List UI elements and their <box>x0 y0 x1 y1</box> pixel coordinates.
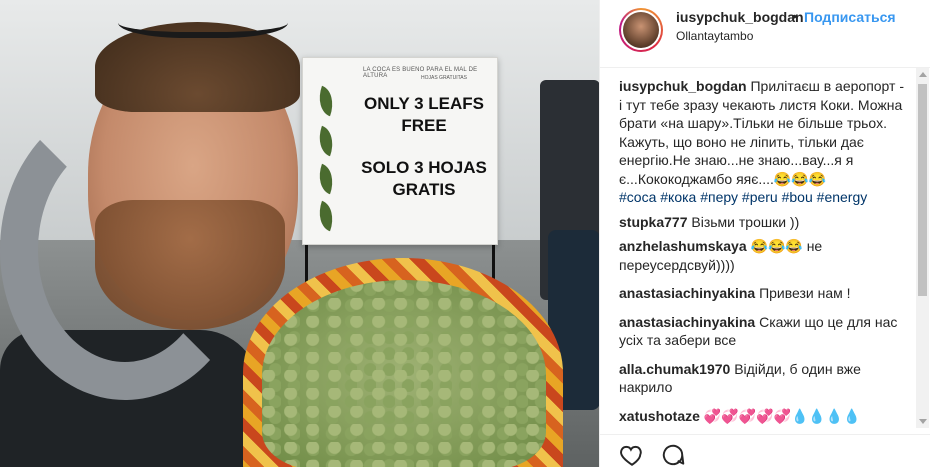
leaf-icon <box>313 85 339 117</box>
comment-username[interactable]: alla.chumak1970 <box>619 361 730 377</box>
caption-text-2: Кажуть, що воно не ліпить, тільки дає ен… <box>619 133 864 187</box>
comments-list[interactable]: iusypchuk_bogdan Прилітаєш в аеропорт - … <box>619 77 909 433</box>
leaf-icon <box>313 125 339 157</box>
sign-line-2: FREE <box>401 116 447 135</box>
hashtag-link[interactable]: #coca <box>619 189 656 205</box>
comment-text: Привези нам ! <box>759 285 851 301</box>
photo-person-beard <box>95 200 285 330</box>
hashtag-link[interactable]: #перу <box>700 189 738 205</box>
comment-item: stupka777 Візьми трошки )) <box>619 213 909 232</box>
scroll-up-icon[interactable] <box>919 72 927 77</box>
sign-line-3: SOLO 3 HOJAS <box>361 158 487 177</box>
comment-username[interactable]: xatushotaze <box>619 408 700 424</box>
comment-icon[interactable] <box>660 442 686 467</box>
follow-button[interactable]: Подписаться <box>804 9 896 25</box>
post-photo[interactable]: LA COCA ES BUENO PARA EL MAL DE ALTURA H… <box>0 0 599 467</box>
sign-line-1: ONLY 3 LEAFS <box>364 94 484 113</box>
caption-username[interactable]: iusypchuk_bogdan <box>619 78 747 94</box>
avatar[interactable] <box>619 8 663 52</box>
post-side-panel: iusypchuk_bogdan • Подписаться Ollantayt… <box>599 0 930 467</box>
comment-item: anastasiachinyakina Привези нам ! <box>619 284 909 303</box>
hashtag-link[interactable]: #bou <box>782 189 813 205</box>
heart-icon[interactable] <box>619 442 645 467</box>
photo-sunglasses <box>118 0 288 38</box>
comment-username[interactable]: anastasiachinyakina <box>619 285 755 301</box>
comment-text: 💞💞💞💞💞💧💧💧💧 <box>703 407 861 424</box>
photo-sign: LA COCA ES BUENO PARA EL MAL DE ALTURA H… <box>302 57 498 245</box>
hashtag-link[interactable]: #кока <box>660 189 696 205</box>
location-link[interactable]: Ollantaytambo <box>676 29 753 43</box>
comment-username[interactable]: anzhelashumskaya <box>619 238 747 254</box>
scrollbar-thumb[interactable] <box>918 84 927 296</box>
sign-small-text-2: HOJAS GRATUITAS <box>421 75 467 81</box>
comment-username[interactable]: stupka777 <box>619 214 687 230</box>
post-actions-bar <box>600 434 930 467</box>
hashtag-link[interactable]: #energy <box>817 189 868 205</box>
comment-item: xatushotaze 💞💞💞💞💞💧💧💧💧 <box>619 407 909 426</box>
header-username[interactable]: iusypchuk_bogdan <box>676 9 804 25</box>
photo-coca-leaves <box>262 280 546 467</box>
caption-tags: #coca #кока #перу #peru #bou #energy <box>619 188 909 207</box>
comment-item: anastasiachinyakina Скажи що це для нас … <box>619 313 909 350</box>
comment-username[interactable]: anastasiachinyakina <box>619 314 755 330</box>
post-header: iusypchuk_bogdan • Подписаться Ollantayt… <box>600 0 930 68</box>
leaf-icon <box>313 200 339 232</box>
header-separator: • <box>792 8 797 24</box>
sign-line-4: GRATIS <box>392 180 456 199</box>
comment-item: anzhelashumskaya 😂😂😂 не переусердсвуй)))… <box>619 237 909 274</box>
comment-text: Візьми трошки )) <box>691 213 800 230</box>
comments-scrollbar[interactable] <box>916 68 929 428</box>
hashtag-link[interactable]: #peru <box>742 189 778 205</box>
scroll-down-icon[interactable] <box>919 419 927 424</box>
post-caption: iusypchuk_bogdan Прилітаєш в аеропорт - … <box>619 77 909 207</box>
comment-item: alla.chumak1970 Відійди, б один вже накр… <box>619 360 909 397</box>
leaf-icon <box>313 163 339 195</box>
